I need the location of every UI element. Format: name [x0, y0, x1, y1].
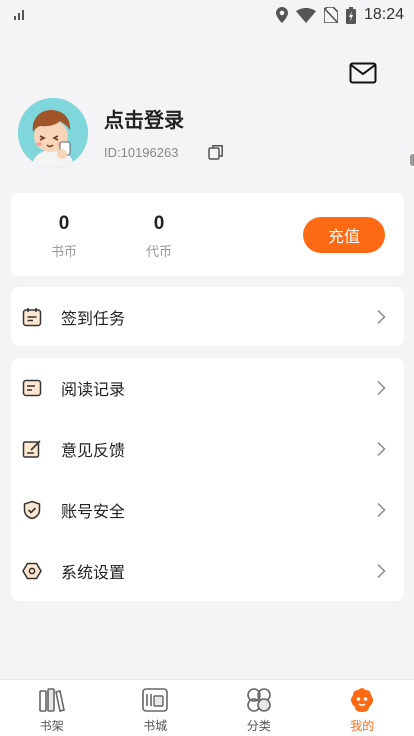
chevron-right-icon — [377, 563, 386, 579]
edge-handle — [410, 154, 414, 166]
status-bar: 18:24 — [0, 0, 414, 30]
checkin-label: 签到任务 — [61, 308, 126, 328]
avatar-illustration — [18, 98, 88, 168]
no-sim-icon — [323, 7, 338, 23]
menu-item-settings[interactable]: 系统设置 — [11, 541, 404, 601]
tab-label: 我的 — [350, 719, 375, 733]
chevron-right-icon — [377, 502, 386, 518]
location-icon — [275, 7, 288, 23]
tab-label: 书城 — [143, 719, 168, 733]
chevron-right-icon — [377, 380, 386, 396]
history-icon — [22, 379, 42, 397]
recharge-button[interactable]: 充值 — [303, 217, 385, 253]
calendar-icon — [22, 307, 42, 326]
vouchers-value: 0 — [153, 213, 165, 234]
login-prompt[interactable]: 点击登录 — [104, 104, 184, 133]
tab-bookshelf[interactable]: 书架 — [0, 680, 104, 736]
shield-icon — [23, 500, 41, 520]
menu-item-label: 账号安全 — [61, 502, 126, 521]
chevron-right-icon — [377, 441, 386, 457]
menu-item-account-security[interactable]: 账号安全 — [11, 480, 404, 540]
mail-icon[interactable] — [349, 62, 377, 84]
copy-icon[interactable] — [208, 144, 224, 160]
avatar[interactable] — [18, 98, 88, 168]
wallet-card: 0 书币 0 代币 充值 — [11, 193, 404, 276]
bookstore-icon — [142, 688, 169, 712]
status-right: 18:24 — [275, 6, 404, 24]
tab-label: 书架 — [39, 719, 64, 733]
checkin-card: 签到任务 — [11, 287, 404, 346]
signal-bars-icon — [14, 10, 24, 20]
tab-category[interactable]: 分类 — [207, 680, 311, 736]
menu-item-label: 意见反馈 — [61, 441, 126, 460]
coins-value: 0 — [58, 213, 70, 234]
profile-icon — [351, 688, 374, 712]
menu-item-feedback[interactable]: 意见反馈 — [11, 419, 404, 479]
chevron-right-icon — [377, 309, 386, 324]
tab-profile[interactable]: 我的 — [311, 680, 414, 736]
wifi-icon — [295, 7, 316, 23]
bottom-tab-bar: 书架 书城 分类 我的 — [0, 679, 414, 736]
tab-label: 分类 — [246, 719, 271, 733]
menu-item-label: 系统设置 — [61, 563, 126, 582]
coins-label: 书币 — [50, 245, 77, 260]
feedback-icon — [22, 440, 41, 458]
vouchers-label: 代币 — [145, 245, 172, 260]
status-left — [14, 10, 26, 20]
checkin-row[interactable]: 签到任务 — [11, 287, 404, 346]
user-id: ID:10196263 — [104, 145, 179, 160]
settings-icon — [22, 562, 42, 580]
battery-icon — [345, 6, 356, 24]
coins-stat[interactable]: 0 书币 — [34, 213, 94, 260]
menu-item-reading-history[interactable]: 阅读记录 — [11, 358, 404, 418]
menu-card: 阅读记录 意见反馈 账号安全 系统设置 — [11, 358, 404, 601]
bookshelf-icon — [38, 688, 65, 712]
vouchers-stat[interactable]: 0 代币 — [129, 213, 189, 260]
clock: 18:24 — [363, 6, 404, 23]
tab-bookstore[interactable]: 书城 — [104, 680, 208, 736]
menu-item-label: 阅读记录 — [61, 380, 126, 399]
category-icon — [246, 688, 271, 712]
